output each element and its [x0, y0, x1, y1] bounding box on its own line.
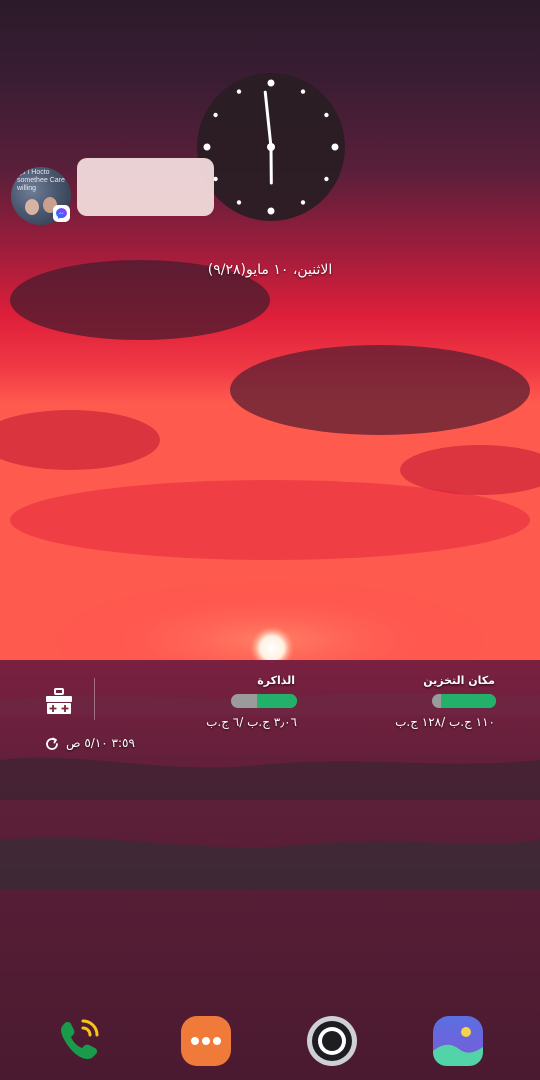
- clock-tick: [331, 143, 339, 151]
- divider: [94, 678, 95, 720]
- clock-tick: [203, 143, 211, 151]
- storage-bar: [432, 694, 496, 708]
- gallery-icon[interactable]: [432, 1015, 484, 1067]
- messages-icon[interactable]: [180, 1015, 232, 1067]
- camera-icon[interactable]: [306, 1015, 358, 1067]
- clock-tick: [213, 112, 218, 118]
- storage-label: مكان التخزين: [423, 674, 495, 687]
- phone-icon[interactable]: [53, 1015, 105, 1067]
- last-refresh-time: ٣:٥٩ ٥/١٠ ص: [66, 736, 135, 750]
- analog-clock[interactable]: [196, 72, 346, 222]
- clock-tick: [300, 89, 306, 94]
- memory-label: الذاكرة: [257, 674, 295, 687]
- clock-tick: [213, 176, 218, 182]
- clock-tick: [267, 207, 275, 215]
- conversation-widget[interactable]: [77, 158, 214, 216]
- memory-bar: [231, 694, 297, 708]
- messenger-icon: [53, 205, 70, 222]
- storage-value: ١١٠ ج.ب /١٢٨ ج.ب: [395, 715, 495, 729]
- refresh-icon[interactable]: [44, 736, 60, 752]
- memory-value: ٣٫٠٦ ج.ب /٦ ج.ب: [206, 715, 297, 729]
- clock-tick: [236, 200, 242, 205]
- avatar-caption: ا ذوأ Hocto somethee Care willing: [17, 169, 65, 192]
- storage-bar-fill: [440, 694, 496, 708]
- clock-tick: [324, 176, 329, 182]
- date-label[interactable]: الاثنين، ١٠ مايو(٩/٢٨): [160, 262, 380, 278]
- device-care-icon[interactable]: [44, 688, 74, 716]
- clock-tick: [267, 79, 275, 87]
- clock-tick: [236, 89, 242, 94]
- memory-bar-fill: [257, 694, 297, 708]
- clock-tick: [300, 200, 306, 205]
- clock-tick: [324, 112, 329, 118]
